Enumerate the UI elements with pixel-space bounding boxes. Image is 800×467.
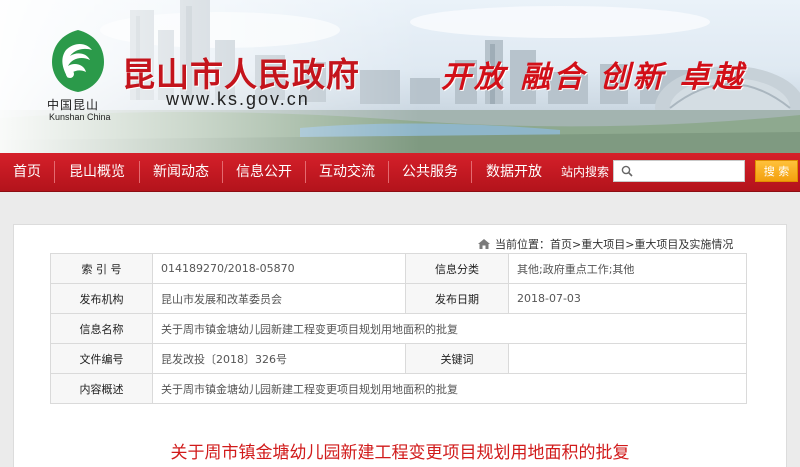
nav-item-home[interactable]: 首页 [0, 153, 54, 191]
info-name-label: 信息名称 [50, 313, 153, 344]
document-number-value: 昆发改投〔2018〕326号 [152, 343, 406, 374]
keywords-value [508, 343, 747, 374]
home-icon [478, 239, 490, 249]
breadcrumb: 当前位置：首页>重大项目>重大项目及实施情况 [477, 236, 733, 252]
breadcrumb-prefix: 当前位置： [495, 238, 550, 251]
breadcrumb-item-home[interactable]: 首页 [550, 236, 572, 252]
nav-item-interaction[interactable]: 互动交流 [306, 153, 388, 191]
nav-item-news[interactable]: 新闻动态 [140, 153, 222, 191]
breadcrumb-separator: > [625, 238, 635, 251]
nav-item-info-disclosure[interactable]: 信息公开 [223, 153, 305, 191]
date-value: 2018-07-03 [508, 283, 747, 314]
breadcrumb-item-major-projects[interactable]: 重大项目 [581, 236, 625, 252]
search-icon [621, 165, 633, 177]
logo-text-english: Kunshan China [49, 112, 111, 122]
slogan: 开放 融合 创新 卓越 [441, 60, 746, 95]
nav-item-open-data[interactable]: 数据开放 [472, 153, 556, 191]
kunshan-logo-emblem [52, 30, 104, 92]
search-button[interactable]: 搜 索 [755, 160, 798, 182]
logo-text-chinese: 中国昆山 [47, 98, 100, 112]
table-row: 信息名称 关于周市镇金塘幼儿园新建工程变更项目规划用地面积的批复 [50, 313, 747, 344]
document-title: 关于周市镇金塘幼儿园新建工程变更项目规划用地面积的批复 [170, 443, 630, 463]
category-label: 信息分类 [405, 253, 509, 284]
search-field[interactable] [613, 160, 746, 182]
search-input[interactable] [638, 163, 746, 181]
index-value: 014189270/2018-05870 [152, 253, 406, 284]
search-label: 站内搜索 [561, 165, 610, 179]
nav-item-overview[interactable]: 昆山概览 [55, 153, 139, 191]
table-row: 发布机构 昆山市发展和改革委员会 发布日期 2018-07-03 [50, 283, 747, 314]
table-row: 内容概述 关于周市镇金塘幼儿园新建工程变更项目规划用地面积的批复 [50, 373, 747, 404]
category-value: 其他;政府重点工作;其他 [508, 253, 747, 284]
summary-label: 内容概述 [50, 373, 153, 404]
document-meta-table: 索 引 号 014189270/2018-05870 信息分类 其他;政府重点工… [50, 253, 747, 404]
index-label: 索 引 号 [50, 253, 153, 284]
breadcrumb-separator: > [572, 238, 582, 251]
date-label: 发布日期 [405, 283, 509, 314]
document-number-label: 文件编号 [50, 343, 153, 374]
keywords-label: 关键词 [405, 343, 509, 374]
info-name-value: 关于周市镇金塘幼儿园新建工程变更项目规划用地面积的批复 [152, 313, 747, 344]
publisher-label: 发布机构 [50, 283, 153, 314]
breadcrumb-item-current[interactable]: 重大项目及实施情况 [634, 236, 733, 252]
header-banner: 中国昆山 Kunshan China 昆山市人民政府 www.ks.gov.cn… [0, 0, 800, 153]
nav-item-public-service[interactable]: 公共服务 [389, 153, 471, 191]
publisher-value: 昆山市发展和改革委员会 [152, 283, 406, 314]
site-url: www.ks.gov.cn [166, 89, 310, 109]
summary-value: 关于周市镇金塘幼儿园新建工程变更项目规划用地面积的批复 [152, 373, 747, 404]
table-row: 索 引 号 014189270/2018-05870 信息分类 其他;政府重点工… [50, 253, 747, 284]
table-row: 文件编号 昆发改投〔2018〕326号 关键词 [50, 343, 747, 374]
